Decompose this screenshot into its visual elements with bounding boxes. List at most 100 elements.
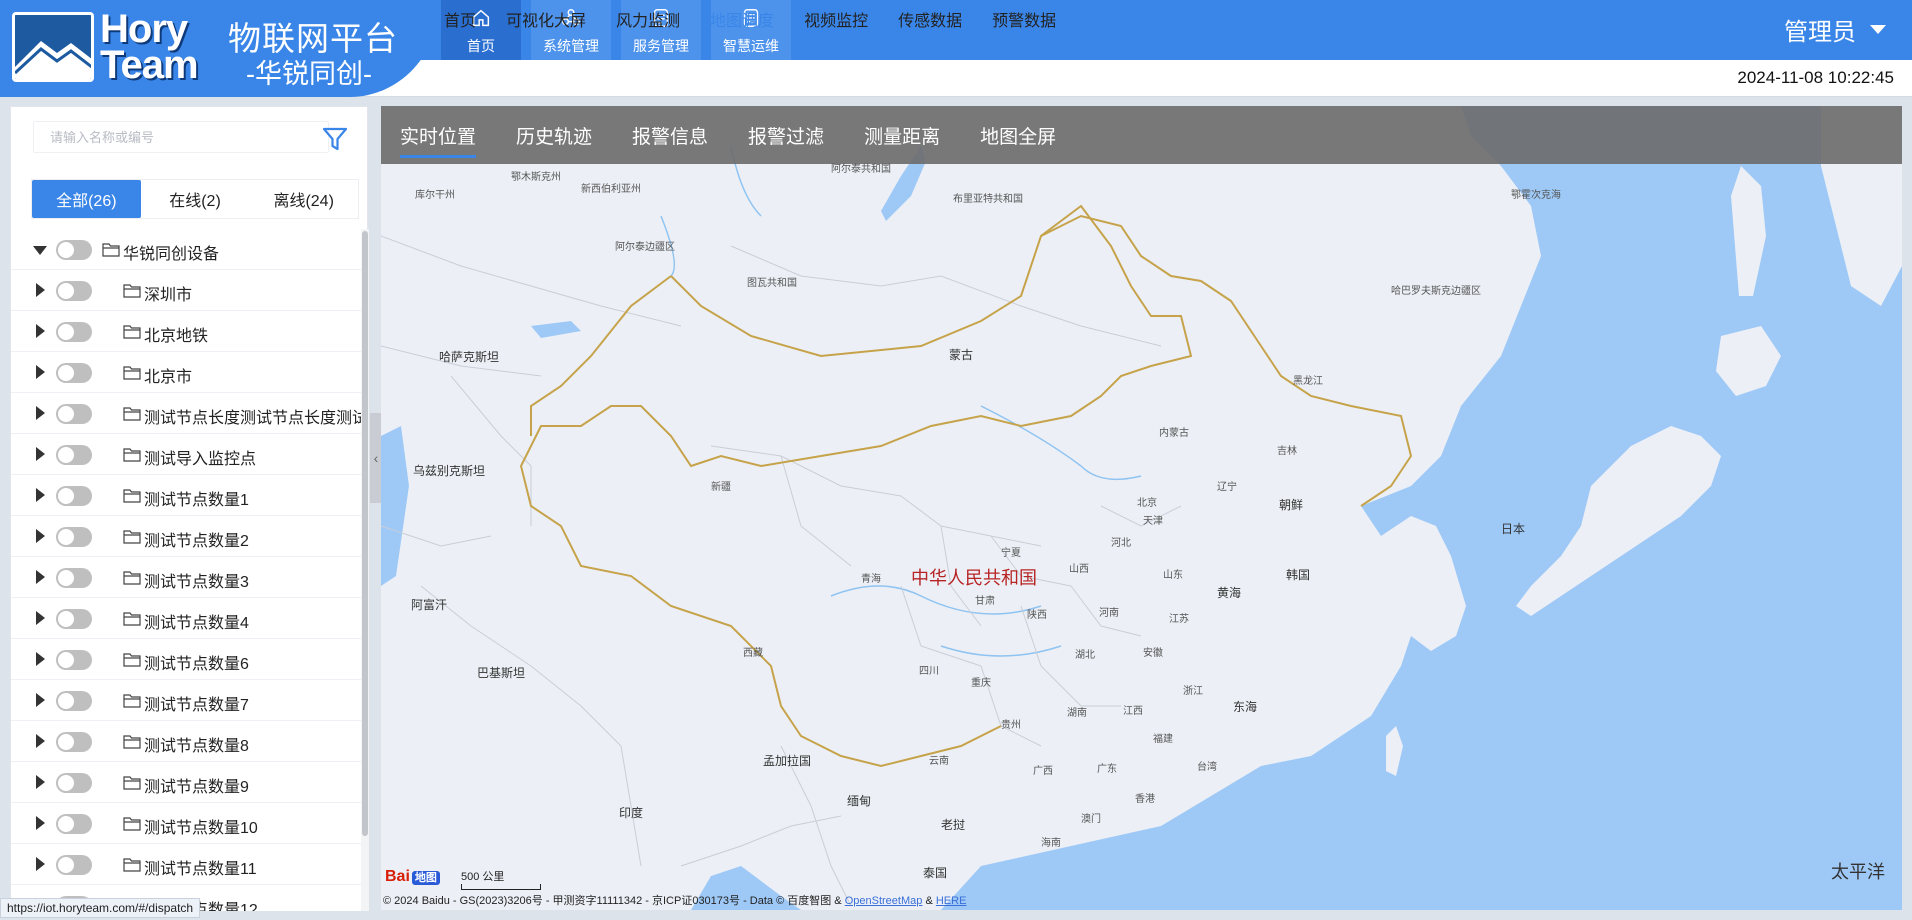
map-label-province: 福建 <box>1153 734 1173 745</box>
map-copyright-text: © 2024 Baidu - GS(2023)3206号 - 甲测资字11111… <box>383 895 842 907</box>
map-label-place: 东海 <box>1233 700 1258 714</box>
tree-node[interactable]: 测试节点数量11 <box>11 844 361 885</box>
map-label-place: 泰国 <box>923 866 948 880</box>
search-input[interactable] <box>34 122 328 152</box>
node-toggle-switch[interactable] <box>56 609 92 629</box>
tree-node[interactable]: 测试节点数量6 <box>11 639 361 680</box>
node-toggle-switch[interactable] <box>56 855 92 875</box>
caret-right-icon[interactable] <box>36 693 45 707</box>
map-label-place: 巴基斯坦 <box>477 666 526 680</box>
node-toggle-switch[interactable] <box>56 486 92 506</box>
sub-nav-home[interactable]: 首页 <box>444 7 476 31</box>
map-tool-alarm-info[interactable]: 报警信息 <box>632 122 708 149</box>
node-toggle-switch[interactable] <box>56 568 92 588</box>
folder-icon <box>123 366 141 380</box>
caret-down-icon[interactable] <box>33 245 47 255</box>
caret-right-icon[interactable] <box>36 447 45 461</box>
sub-nav-wind[interactable]: 风力监测 <box>616 7 680 31</box>
tree-node-label: 测试节点数量1 <box>144 492 249 509</box>
map-tool-measure[interactable]: 测量距离 <box>864 122 940 149</box>
tree-node[interactable]: 测试节点数量2 <box>11 516 361 557</box>
tree-node[interactable]: 测试节点数量4 <box>11 598 361 639</box>
tree-node[interactable]: 测试节点数量8 <box>11 721 361 762</box>
tab-online[interactable]: 在线(2) <box>140 180 250 218</box>
sub-nav-map-dispatch[interactable]: 地图调度 <box>710 7 774 31</box>
tree-node[interactable]: 测试节点数量1 <box>11 475 361 516</box>
caret-right-icon[interactable] <box>36 406 45 420</box>
user-menu[interactable]: 管理员 <box>1784 12 1886 47</box>
map-tool-realtime[interactable]: 实时位置 <box>400 122 477 158</box>
map-label-place: 黄海 <box>1217 586 1242 600</box>
caret-right-icon[interactable] <box>36 283 45 297</box>
sub-nav-dashboard[interactable]: 可视化大屏 <box>506 7 586 31</box>
map-label-province: 北京 <box>1137 498 1157 509</box>
map-tool-alarm-filter[interactable]: 报警过滤 <box>748 122 824 149</box>
caret-right-icon[interactable] <box>36 816 45 830</box>
tree-node[interactable]: 测试节点数量3 <box>11 557 361 598</box>
tab-all[interactable]: 全部(26) <box>32 180 141 218</box>
caret-right-icon[interactable] <box>36 488 45 502</box>
node-toggle-switch[interactable] <box>56 240 92 260</box>
tree-node[interactable]: 测试节点数量7 <box>11 680 361 721</box>
tree-node[interactable]: 测试节点长度测试节点长度测试 <box>11 393 361 434</box>
map-tool-fullscreen[interactable]: 地图全屏 <box>980 122 1056 149</box>
folder-icon <box>123 284 141 298</box>
map-label-province: 重庆 <box>971 678 991 689</box>
node-toggle-switch[interactable] <box>56 404 92 424</box>
map-label-province: 广东 <box>1097 764 1117 775</box>
map-label-place: 蒙古 <box>949 348 974 362</box>
caret-right-icon[interactable] <box>36 652 45 666</box>
device-status-tabs: 全部(26) 在线(2) 离线(24) <box>31 179 359 219</box>
caret-right-icon[interactable] <box>36 365 45 379</box>
folder-icon <box>102 243 120 257</box>
node-toggle-switch[interactable] <box>56 445 92 465</box>
map-tool-history[interactable]: 历史轨迹 <box>516 122 592 149</box>
tree-node[interactable]: 测试导入监控点 <box>11 434 361 475</box>
openstreetmap-link[interactable]: OpenStreetMap <box>845 895 923 907</box>
node-toggle-switch[interactable] <box>56 527 92 547</box>
sub-nav-video[interactable]: 视频监控 <box>804 7 868 31</box>
tree-node-root[interactable]: 华锐同创设备 <box>11 229 361 270</box>
tree-node-label: 深圳市 <box>144 287 193 304</box>
tree-node[interactable]: 北京地铁 <box>11 311 361 352</box>
sub-nav-sensor[interactable]: 传感数据 <box>898 7 962 31</box>
caret-right-icon[interactable] <box>36 857 45 871</box>
caret-right-icon[interactable] <box>36 324 45 338</box>
caret-right-icon[interactable] <box>36 570 45 584</box>
tree-node[interactable]: 测试节点数量10 <box>11 803 361 844</box>
node-toggle-switch[interactable] <box>56 650 92 670</box>
tree-node-label: 测试节点数量11 <box>144 861 257 878</box>
folder-icon <box>123 530 141 544</box>
caret-right-icon[interactable] <box>36 775 45 789</box>
tree-node-label: 测试节点数量7 <box>144 697 249 714</box>
node-toggle-switch[interactable] <box>56 773 92 793</box>
filter-icon[interactable] <box>321 125 349 153</box>
map-label-province: 湖北 <box>1075 650 1095 661</box>
node-toggle-switch[interactable] <box>56 732 92 752</box>
node-toggle-switch[interactable] <box>56 363 92 383</box>
here-link[interactable]: HERE <box>936 895 967 907</box>
node-toggle-switch[interactable] <box>56 814 92 834</box>
tree-scrollbar-thumb[interactable] <box>362 231 368 836</box>
node-toggle-switch[interactable] <box>56 281 92 301</box>
caret-right-icon[interactable] <box>36 529 45 543</box>
map-label-province: 台湾 <box>1197 762 1217 773</box>
caret-right-icon[interactable] <box>36 734 45 748</box>
sub-nav-warning[interactable]: 预警数据 <box>992 7 1056 31</box>
node-toggle-switch[interactable] <box>56 322 92 342</box>
folder-icon <box>123 489 141 503</box>
app-root: Hory Team 物联网平台 -华锐同创- 首页 系统管理 服务管理 智慧运维… <box>0 0 1912 920</box>
map-scale-bar <box>461 884 541 890</box>
map-label-province: 辽宁 <box>1217 482 1237 493</box>
map-label-place: 孟加拉国 <box>763 754 812 768</box>
map-view[interactable]: 实时位置 历史轨迹 报警信息 报警过滤 测量距离 地图全屏 中华人民共和国 哈萨… <box>381 106 1902 910</box>
tree-node[interactable]: 测试节点数量9 <box>11 762 361 803</box>
user-name: 管理员 <box>1784 19 1856 46</box>
tree-node[interactable]: 深圳市 <box>11 270 361 311</box>
node-toggle-switch[interactable] <box>56 691 92 711</box>
caret-right-icon[interactable] <box>36 611 45 625</box>
tab-offline[interactable]: 离线(24) <box>249 180 359 218</box>
tree-node-label: 华锐同创设备 <box>123 246 220 263</box>
top-nav-label: 首页 <box>467 38 495 54</box>
tree-node[interactable]: 北京市 <box>11 352 361 393</box>
